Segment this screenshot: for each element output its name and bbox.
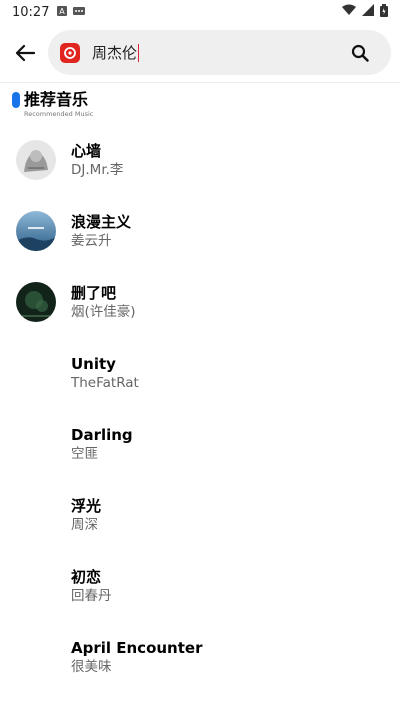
song-title: 删了吧 — [71, 283, 117, 302]
netease-music-logo-icon — [60, 42, 80, 63]
song-item[interactable]: 初恋 回春丹 — [0, 550, 400, 621]
song-item[interactable]: 浮光 周深 — [0, 479, 400, 550]
back-button[interactable] — [10, 38, 40, 68]
song-item[interactable]: 删了吧 烟(许佳豪) — [0, 266, 400, 337]
notification-dots-icon — [73, 5, 86, 20]
song-artist: 周深 — [71, 516, 98, 533]
section-header: 推荐音乐 Recommended Music — [12, 90, 93, 118]
song-artist: 空匪 — [71, 445, 98, 462]
search-icon — [351, 44, 369, 62]
text-caret — [138, 43, 140, 62]
search-input[interactable]: 周杰伦 — [92, 42, 140, 63]
search-button[interactable] — [349, 42, 371, 64]
song-artist: 回春丹 — [71, 587, 112, 604]
section-accent-bar — [12, 92, 20, 108]
status-time: 10:27 — [12, 4, 50, 20]
song-artist: TheFatRat — [71, 374, 139, 391]
song-item[interactable]: Unity TheFatRat — [0, 337, 400, 408]
song-title: 心墙 — [71, 141, 102, 160]
header-divider — [0, 82, 400, 83]
song-title: Unity — [71, 354, 116, 373]
song-cover-image — [16, 210, 56, 251]
signal-icon — [362, 4, 374, 20]
arrow-left-icon — [15, 44, 35, 62]
section-title: 推荐音乐 — [24, 90, 89, 109]
song-item[interactable]: 浪漫主义 姜云升 — [0, 195, 400, 266]
status-bar: 10:27 A — [0, 0, 400, 24]
battery-icon — [380, 3, 388, 21]
notification-a-icon: A — [57, 5, 68, 20]
song-title: 浪漫主义 — [71, 212, 132, 231]
search-query: 周杰伦 — [92, 44, 138, 62]
song-artist: DJ.Mr.李 — [71, 161, 124, 178]
song-title: 浮光 — [71, 496, 102, 515]
song-item[interactable]: Darling 空匪 — [0, 408, 400, 479]
section-subtitle: Recommended Music — [24, 110, 94, 118]
song-item[interactable]: April Encounter 很美味 — [0, 621, 400, 692]
song-cover-image — [16, 139, 56, 180]
song-cover-image — [16, 281, 56, 322]
song-item[interactable]: 心墙 DJ.Mr.李 — [0, 124, 400, 195]
search-bar[interactable]: 周杰伦 — [48, 30, 391, 75]
wifi-icon — [342, 4, 356, 20]
song-artist: 姜云升 — [71, 232, 112, 249]
song-list: 心墙 DJ.Mr.李 浪漫主义 姜云升 删了吧 烟(许佳豪) Unity The… — [0, 124, 400, 692]
song-artist: 烟(许佳豪) — [71, 303, 136, 320]
song-title: April Encounter — [71, 638, 203, 657]
svg-text:A: A — [60, 7, 66, 16]
song-title: 初恋 — [71, 567, 102, 586]
song-title: Darling — [71, 425, 133, 444]
search-header: 周杰伦 — [0, 24, 400, 82]
song-artist: 很美味 — [71, 658, 112, 675]
